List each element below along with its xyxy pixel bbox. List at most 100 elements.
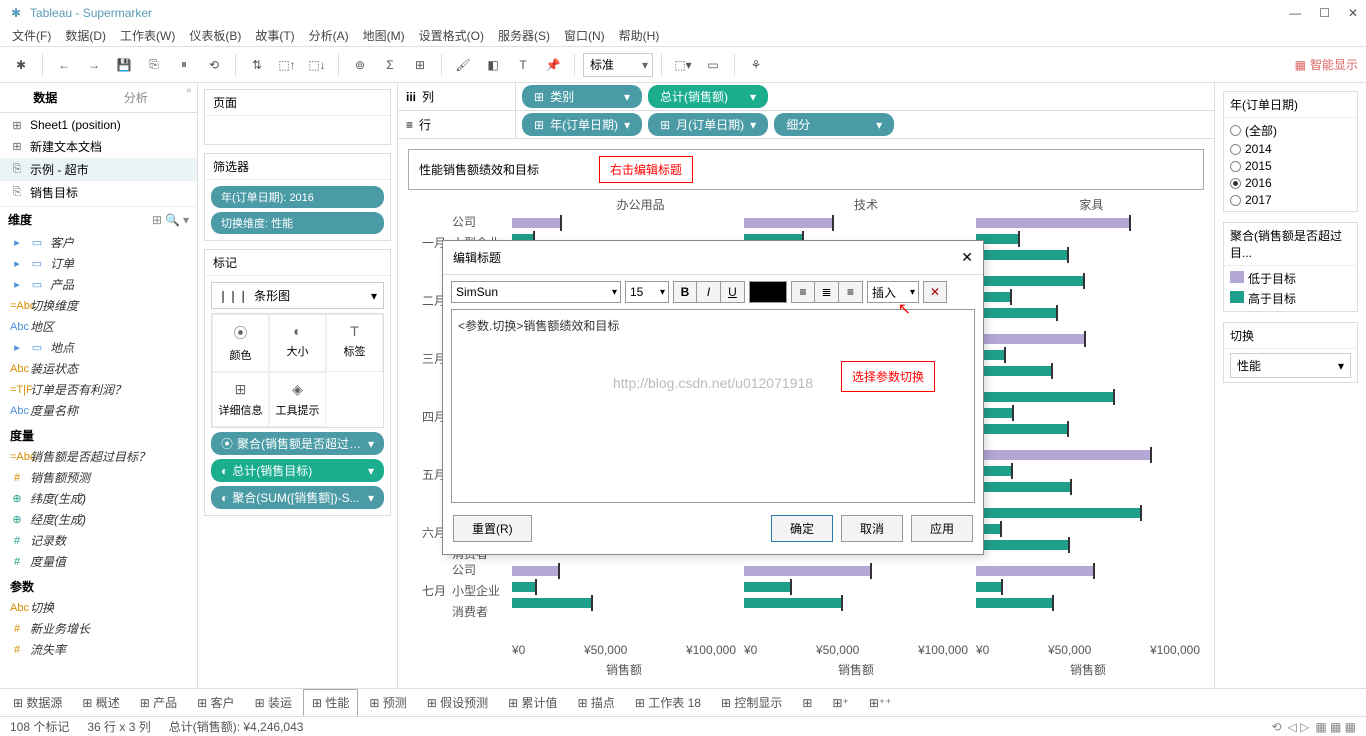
color-icon[interactable]: ◧ (480, 52, 506, 78)
bar[interactable] (744, 598, 841, 608)
field-item[interactable]: ▸▭客户 (0, 232, 197, 253)
search-fields-icon[interactable]: 🔍 (165, 213, 180, 227)
menu-item[interactable]: 窗口(N) (564, 27, 605, 44)
filter-pill[interactable]: 年(订单日期): 2016 (211, 186, 384, 208)
save-icon[interactable]: 💾 (111, 52, 137, 78)
datasource-tab[interactable]: ⊞ 数据源 (4, 689, 71, 716)
field-item[interactable]: ⊕经度(生成) (0, 509, 197, 530)
year-radio[interactable]: 2016 (1230, 176, 1351, 190)
field-item[interactable]: Abc装运状态 (0, 358, 197, 379)
menu-item[interactable]: 地图(M) (363, 27, 405, 44)
bar[interactable] (976, 540, 1068, 550)
shelf-pill[interactable]: ⊞类别▾ (522, 85, 642, 108)
field-item[interactable]: =T|F订单是否有利润？ (0, 379, 197, 400)
new-datasource-icon[interactable]: ⎘ (141, 52, 167, 78)
bar[interactable] (976, 598, 1052, 608)
year-radio[interactable]: 2015 (1230, 159, 1351, 173)
filter-pill[interactable]: 切换维度: 性能 (211, 212, 384, 234)
rows-shelf[interactable]: ≡行 (398, 111, 516, 138)
legend-item[interactable]: 低于目标 (1230, 270, 1351, 287)
menu-item[interactable]: 工作表(W) (120, 27, 175, 44)
view-reset-icon[interactable]: ⟲ (1271, 720, 1281, 734)
sheet-tab[interactable]: ⊞ 控制显示 (712, 689, 791, 716)
cancel-button[interactable]: 取消 (841, 515, 903, 542)
fields-menu-icon[interactable]: ▾ (183, 213, 189, 227)
sheet-tab[interactable]: ⊞ 假设预测 (418, 689, 497, 716)
shelf-pill[interactable]: 细分▾ (774, 113, 894, 136)
mark-cell[interactable]: T标签 (326, 314, 383, 372)
field-item[interactable]: ⊕纬度(生成) (0, 488, 197, 509)
field-item[interactable]: =Abc切换维度 (0, 295, 197, 316)
shelf-pill[interactable]: ⊞年(订单日期)▾ (522, 113, 642, 136)
menu-item[interactable]: 数据(D) (65, 27, 106, 44)
menu-item[interactable]: 分析(A) (309, 27, 349, 44)
show-me-button[interactable]: ▦ 智能显示 (1295, 56, 1358, 73)
pin-icon[interactable]: 📌 (540, 52, 566, 78)
field-item[interactable]: #度量值 (0, 551, 197, 572)
mark-type-selector[interactable]: ❘❘❘条形图 (211, 282, 384, 309)
sheet-tab[interactable]: ⊞ 概述 (73, 689, 128, 716)
datasource-item[interactable]: ⎘示例 - 超市 (0, 158, 197, 181)
menu-item[interactable]: 仪表板(B) (189, 27, 241, 44)
filter-fields-icon[interactable]: ⊞ (152, 213, 162, 227)
show-cards-icon[interactable]: ⬚▾ (670, 52, 696, 78)
insert-menu[interactable]: 插入 (867, 281, 919, 303)
data-tab[interactable]: 数据 (0, 83, 91, 112)
datasource-item[interactable]: ⊞新建文本文档 (0, 135, 197, 158)
field-item[interactable]: #销售额预测 (0, 467, 197, 488)
bar[interactable] (976, 392, 1113, 402)
totals-icon[interactable]: Σ (377, 52, 403, 78)
mark-pill[interactable]: ⦿聚合(销售额是否超过目...▾ (211, 432, 384, 455)
sheet-tab[interactable]: ⊞ 预测 (360, 689, 415, 716)
sheet-tab[interactable]: ⊞ 产品 (131, 689, 186, 716)
field-item[interactable]: Abc切换 (0, 597, 197, 618)
bar[interactable] (976, 366, 1051, 376)
bar[interactable] (512, 566, 558, 576)
field-item[interactable]: ▸▭订单 (0, 253, 197, 274)
bar[interactable] (976, 566, 1093, 576)
group-icon[interactable]: ⊚ (347, 52, 373, 78)
bar[interactable] (976, 582, 1001, 592)
reset-button[interactable]: 重置(R) (453, 515, 532, 542)
field-item[interactable]: ▸▭地点 (0, 337, 197, 358)
bar[interactable] (976, 250, 1067, 260)
ok-button[interactable]: 确定 (771, 515, 833, 542)
worksheet-title[interactable]: 性能销售额绩效和目标 右击编辑标题 (408, 149, 1204, 190)
menu-item[interactable]: 文件(F) (12, 27, 51, 44)
panel-menu-icon[interactable]: ▫ (181, 83, 197, 112)
year-radio[interactable]: (全部) (1230, 122, 1351, 139)
presentation-icon[interactable]: ▭ (700, 52, 726, 78)
bar[interactable] (512, 218, 560, 228)
new-sheet-icon[interactable]: ⊞⁺⁺ (860, 691, 901, 715)
refresh-icon[interactable]: ⟲ (201, 52, 227, 78)
legend-item[interactable]: 高于目标 (1230, 290, 1351, 307)
highlight-icon[interactable]: 🖌 (450, 52, 476, 78)
font-family-select[interactable]: SimSun (451, 281, 621, 303)
shelf-pill[interactable]: 总计(销售额)▾ (648, 85, 768, 108)
sheet-tab[interactable]: ⊞ 性能 (303, 689, 358, 716)
columns-shelf[interactable]: iii列 (398, 83, 516, 110)
analysis-tab[interactable]: 分析 (91, 83, 182, 112)
bar[interactable] (976, 334, 1084, 344)
font-color-select[interactable] (749, 281, 787, 303)
text-icon[interactable]: T (510, 52, 536, 78)
view-nav-icon[interactable]: ◁ ▷ (1288, 720, 1310, 734)
mark-cell[interactable]: ⊞详细信息 (212, 372, 269, 427)
clear-format-button[interactable]: ✕ (923, 281, 947, 303)
menu-item[interactable]: 服务器(S) (498, 27, 550, 44)
mark-cell[interactable]: ◐大小 (269, 314, 326, 372)
bar[interactable] (512, 582, 535, 592)
bar[interactable] (976, 450, 1150, 460)
bar[interactable] (976, 482, 1070, 492)
bar[interactable] (512, 598, 591, 608)
field-item[interactable]: ▸▭产品 (0, 274, 197, 295)
redo-icon[interactable]: → (81, 52, 107, 78)
undo-icon[interactable]: ← (51, 52, 77, 78)
bar[interactable] (976, 308, 1056, 318)
title-editor[interactable]: <参数.切换>销售额绩效和目标 http://blog.csdn.net/u01… (451, 309, 975, 503)
labels-icon[interactable]: ⊞ (407, 52, 433, 78)
menu-item[interactable]: 故事(T) (255, 27, 294, 44)
tableau-home-icon[interactable]: ✱ (8, 52, 34, 78)
bar[interactable] (976, 508, 1140, 518)
minimize-icon[interactable]: — (1289, 6, 1301, 20)
